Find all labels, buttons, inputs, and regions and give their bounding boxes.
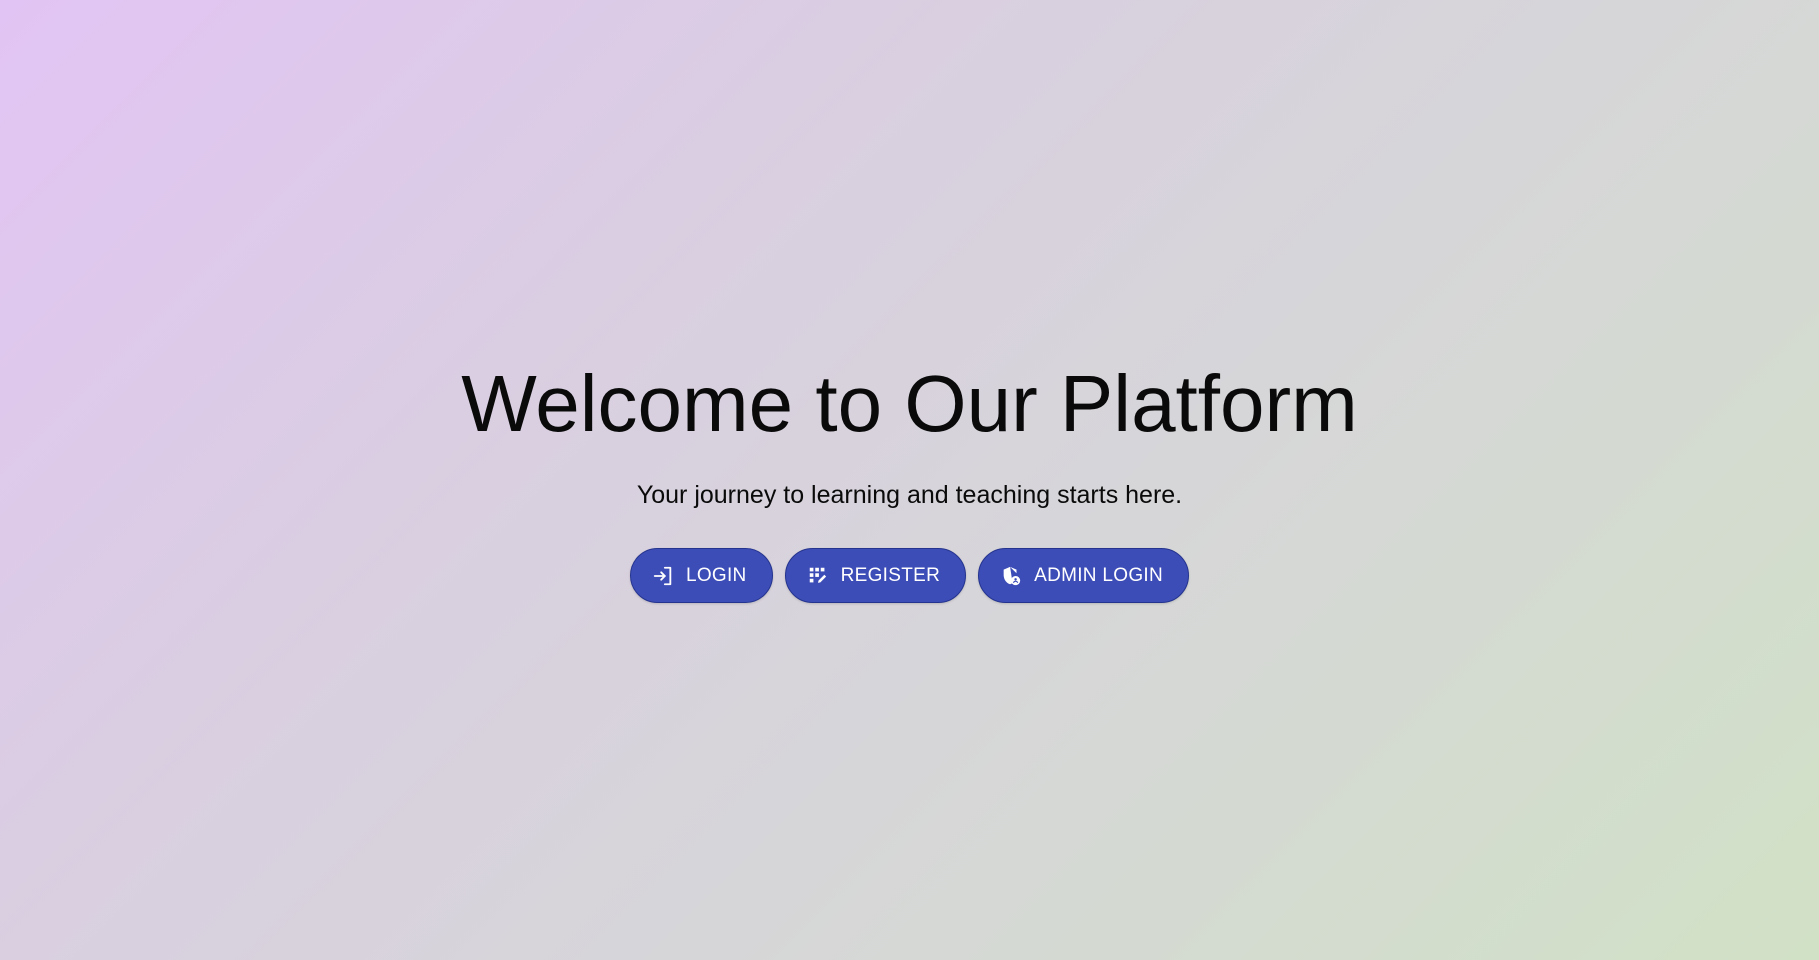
action-buttons: LOGIN REGISTER ADMIN LOGIN — [0, 548, 1819, 603]
admin-login-button-label: ADMIN LOGIN — [1034, 564, 1164, 586]
admin-shield-icon — [1000, 565, 1022, 587]
hero-section: Welcome to Our Platform Your journey to … — [0, 0, 1819, 960]
app-registration-icon — [807, 565, 829, 587]
register-button[interactable]: REGISTER — [784, 548, 967, 603]
login-button-label: LOGIN — [685, 564, 747, 586]
register-button-label: REGISTER — [840, 564, 941, 586]
page-title: Welcome to Our Platform — [461, 359, 1358, 448]
admin-login-button[interactable]: ADMIN LOGIN — [978, 548, 1190, 603]
login-button[interactable]: LOGIN — [629, 548, 773, 603]
login-icon — [652, 565, 674, 587]
page-subtitle: Your journey to learning and teaching st… — [636, 481, 1183, 509]
